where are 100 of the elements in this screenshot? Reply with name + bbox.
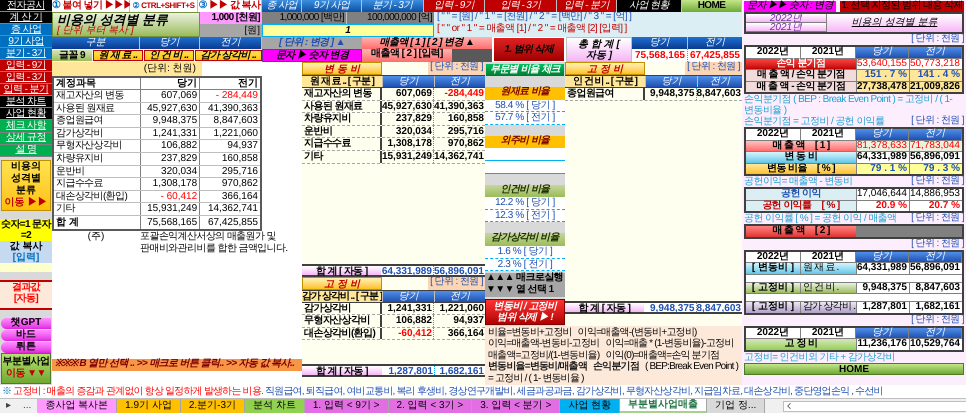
column-header: 전기 [909,328,962,338]
sheet-tab[interactable]: 2.분기-3기 [180,399,246,413]
formula-text: 이익=매출액-변동비-고정비 [488,338,600,350]
shortcut-button[interactable]: 뤼튼 [1,342,51,353]
table-cell: 감가상각비 [302,302,382,314]
sheet-tab[interactable]: 1. 입력 < 9기 > [304,399,389,413]
table-cell: 무형자산상각비 [302,315,382,327]
convert-button[interactable]: 문자 ▶▶ 숫자 : 변경 [744,0,836,12]
total-label: 합 계 [ 자동 ] [302,366,382,376]
home-button[interactable]: HOME [744,362,964,374]
sales-change-button[interactable]: 매출액 [ 1 ] [ 2 ] 변경 ▲ [362,37,492,49]
unit-label: (단위: 천원) [52,62,202,76]
table-cell: 1,241,331 [382,302,434,314]
column-header: 2021년 [801,252,856,262]
sheet-tab[interactable]: 3. 입력 < 분기 > [472,399,560,413]
nav-button[interactable]: 9기 사업 [0,36,52,48]
column-header: 2022년 [746,328,801,338]
table-cell: 106,882 [382,315,434,327]
unit-input[interactable]: 1 [262,24,434,37]
sheet-nav-button[interactable]: ▸ [0,399,17,413]
table-cell: 운반비 [302,126,382,138]
jump-button[interactable]: 비용의 성격별 분류 이동 ▶▶ [1,160,51,210]
column-header: 당기 [140,37,200,49]
filter-button[interactable]: 감가 상각비 .. [195,50,262,61]
sheet-tab[interactable]: 1.9기 사업 [117,399,181,413]
toolbar-button[interactable]: 분기 - 3기 [362,0,424,12]
nav-button[interactable]: 분기 - 3기 [0,48,52,60]
table-cell-text: 합 계 [55,216,80,229]
move-button[interactable]: 부분별사업 이동 ▼▼ [1,352,51,384]
sheet-tab[interactable]: 부분별사업매출 [620,399,708,413]
column-header: 전기 [434,290,485,302]
toolbar-button[interactable]: 사업 현황 [617,0,682,12]
unit-label: [ 단위 : 천원 ] [911,176,964,186]
section-title: 변 동 비 [302,62,382,75]
sheet-nav-button[interactable]: ... [17,399,38,413]
table-cell-text: 재고자산의 변동 [55,90,125,102]
shortcut-button[interactable]: 바드 [1,330,51,341]
row-label: 손익 분기점 [746,58,856,69]
nav-button[interactable]: 입력 - 9기 [0,60,52,72]
toolbar-button[interactable]: ③ ▶▶ 값 복사 [198,0,262,12]
toolbar-button[interactable]: 종 사업 [262,0,302,12]
toolbar-button[interactable]: 9기 사업 [302,0,362,12]
formula-note: 공헌 이익률 [ % ] = 공헌 이익 / 매출액 [744,213,896,224]
table-cell: 79 . 1 % [856,164,909,174]
unit-label: [ 단위 : 천원 ] [911,238,964,250]
table-cell: 45,927,630 [140,102,200,114]
table-cell: 607,069 [382,88,434,100]
nav-button[interactable]: 종 사업 [0,24,52,36]
toolbar-button[interactable]: HOME [682,0,742,12]
table-cell-text: 기타 [55,203,76,215]
table-cell: 14,886,953 [908,189,962,200]
column-header: 전기 [697,76,742,87]
sheet-tab[interactable]: 기업 정... [707,399,766,413]
nav-button[interactable]: 입력 - 분기 [0,84,52,96]
table-cell: 71,783,044 [908,140,962,151]
mode-label: 숫자=1 문자=2 [0,218,52,240]
convert-button[interactable]: 문자 ▶ 숫자 변경 [262,49,362,62]
filter-button[interactable]: 원 재 료 .. [93,50,143,61]
sheet-tab[interactable]: 사업 현황 [560,399,620,413]
nav-button[interactable]: 계 산 기 [0,12,52,24]
nav-button[interactable]: 전자공시 [0,0,52,12]
title-hint: [ 단위 부터 복사 ] [57,26,134,36]
row-label: 매 출 액 [ 1 ] [746,140,856,151]
unit-label: [ 단위 : 천원 ] [428,62,485,75]
filter-button[interactable]: 인 건 비 .. [144,50,194,61]
nav-button[interactable]: 사업 현황 [0,108,52,120]
toolbar-button[interactable]: 입력 - 9기 [424,0,485,12]
table-cell: 45,927,630 [382,100,434,112]
nav-button[interactable]: 입력 - 3기 [0,72,52,84]
table-cell: 320,034 [382,126,434,138]
column-header: 전기 [687,37,742,49]
unit-value: 1,000,000 [백만] [262,12,346,24]
column-header: 당기 [140,78,200,89]
table-cell-text: 1,287,801 [388,366,434,376]
nav-button[interactable]: 분석 차트 [0,96,52,108]
table-cell-text: 970,862 [446,138,485,150]
formula-note: 고정비= 인건비외 기타 + 감가상각비 [744,352,895,362]
toolbar-button[interactable]: ① 붙여 넣기 ▶▶▶ [52,0,130,12]
table-cell: 56,896,091 [908,263,962,274]
table-cell: 9,948,375 [856,282,909,293]
toolbar-button[interactable]: 입력 - 3기 [485,0,557,12]
ratio-title: 인건비 비율 [485,184,565,198]
sheet-tab[interactable]: 2. 입력 < 3기 > [388,399,472,413]
table-cell: 9,948,375 [140,115,200,127]
panel-title: 비용의 성격별 분류 [826,14,962,32]
formula-text: 비율=변동비+고정비 [488,327,572,338]
table-cell: 141 . 4 % [909,70,962,80]
table-cell: 14,362,741 [434,150,485,163]
sheet-tab[interactable]: 분석 차트 [245,399,305,413]
clear-range-button[interactable]: 변동비 / 고정비 범위 삭제 ▶ ! [485,299,565,326]
formula-text: 이익=매출 * (1-변동비율)-고정비 [605,338,734,350]
toolbar-button[interactable]: 입력 - 분기 [557,0,617,12]
table-cell: 지급수수료 [302,138,382,150]
toolbar-button[interactable]: ② CTRL+SHIFT+S [130,0,198,12]
row-label: 인 건 비 . [801,282,856,293]
filter-button[interactable]: 글꼴 9 [52,50,92,61]
sheet-tab[interactable]: 종사업 복사본 [37,399,118,413]
table-cell: 1,287,801 [856,302,909,312]
table-cell: 1,221,060 [199,128,260,140]
shortcut-button[interactable]: 챗GPT [1,318,51,329]
